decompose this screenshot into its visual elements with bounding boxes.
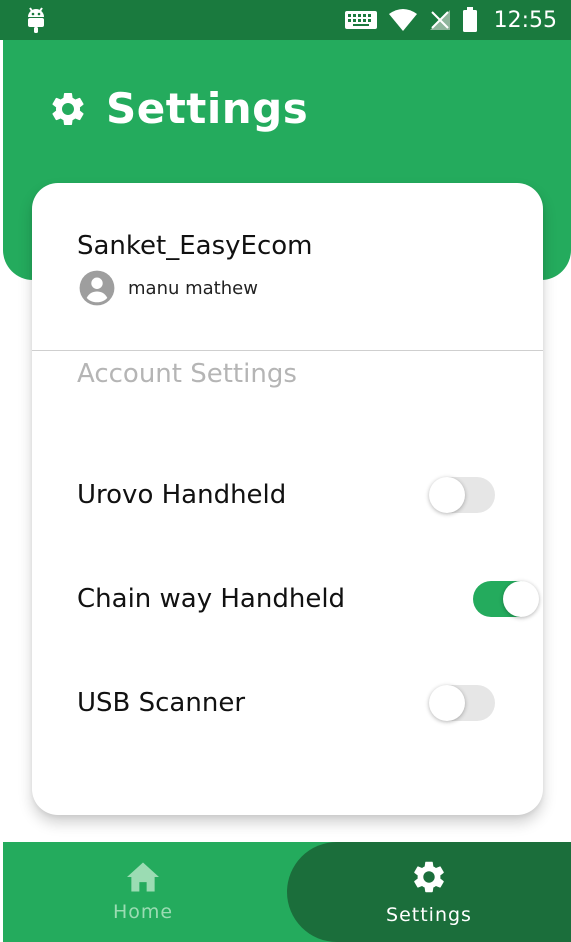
gear-icon [414,861,444,893]
toggle-thumb [429,477,465,513]
home-icon [127,862,159,892]
bottom-nav: Home Settings [3,842,571,942]
nav-item-home[interactable]: Home [53,842,233,942]
usb-scanner-toggle[interactable] [429,685,497,721]
no-signal-icon [429,10,450,30]
page-header: Settings [48,84,308,133]
account-circle-icon [79,270,115,306]
urovo-handheld-toggle[interactable] [429,477,497,513]
battery-icon [462,7,477,32]
divider [32,350,543,351]
status-time: 12:55 [493,7,557,33]
user-name: manu mathew [128,277,258,299]
nav-item-settings[interactable]: Settings [287,842,571,942]
keyboard-icon [344,11,377,29]
setting-label: Urovo Handheld [77,480,287,510]
user-row: manu mathew [78,269,258,307]
nav-label-settings: Settings [386,904,472,926]
android-icon [28,7,44,33]
setting-row-usb-scanner: USB Scanner [77,683,497,723]
page-title: Settings [106,84,309,133]
wifi-icon [388,9,417,31]
store-name: Sanket_EasyEcom [77,231,313,261]
setting-row-urovo-handheld: Urovo Handheld [77,475,497,515]
settings-card: Sanket_EasyEcom manu mathew Account Sett… [32,183,543,815]
chain-way-handheld-toggle[interactable] [471,581,539,617]
toggle-thumb [503,581,539,617]
setting-label: USB Scanner [77,688,246,718]
setting-row-chain-way-handheld: Chain way Handheld [77,579,539,619]
gear-icon [52,92,84,125]
toggle-thumb [429,685,465,721]
section-title: Account Settings [77,359,297,389]
nav-label-home: Home [112,901,174,923]
status-bar: 12:55 [0,0,571,40]
setting-label: Chain way Handheld [77,584,346,614]
